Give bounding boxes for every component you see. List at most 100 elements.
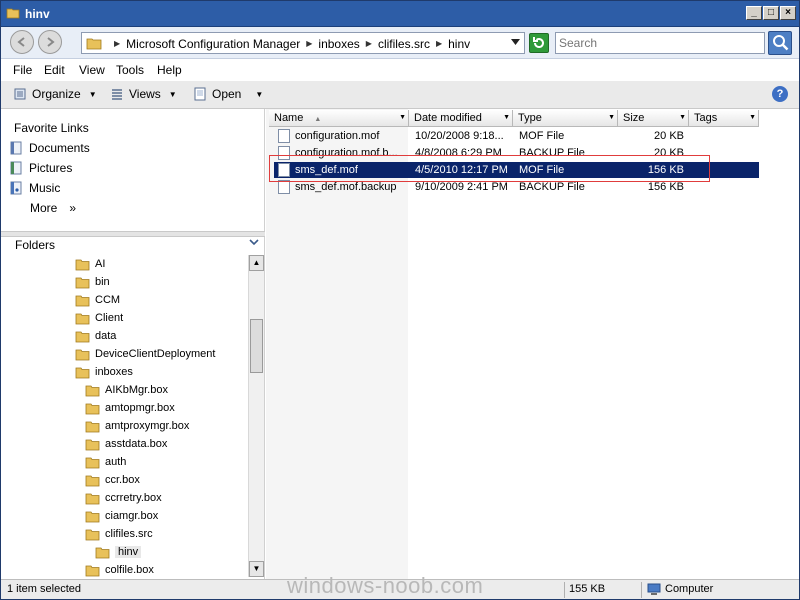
chevron-down-icon[interactable] (511, 39, 520, 45)
title-bar[interactable]: hinv _ □ × (1, 1, 799, 27)
address-box[interactable]: ▶ Microsoft Configuration Manager ▶ inbo… (81, 32, 525, 54)
open-button[interactable]: Open ▼ (193, 87, 263, 101)
folder-tree: AI bin CCM Client data DeviceClientDeplo… (1, 255, 247, 579)
dropdown-arrow-icon[interactable]: ▼ (679, 110, 686, 126)
tree-node[interactable]: Client (75, 309, 123, 327)
tree-node[interactable]: AIKbMgr.box (85, 381, 168, 399)
tree-node[interactable]: bin (75, 273, 110, 291)
column-header-tags[interactable]: Tags ▼ (689, 110, 759, 127)
menu-file[interactable]: File (13, 63, 32, 77)
favorite-link-more[interactable]: More » (30, 201, 76, 215)
tree-node[interactable]: amtproxymgr.box (85, 417, 189, 435)
folder-icon (85, 565, 100, 576)
tree-node[interactable]: clifiles.src (85, 525, 153, 543)
file-name: configuration.mof (295, 130, 380, 142)
backup-file-icon (278, 180, 290, 194)
breadcrumb-item[interactable]: Microsoft Configuration Manager (126, 37, 300, 51)
open-label: Open (212, 87, 242, 101)
folder-tree-scrollbar[interactable]: ▲ ▼ (248, 255, 264, 577)
menu-tools[interactable]: Tools (116, 63, 144, 77)
tree-node[interactable]: CCM (75, 291, 120, 309)
folder-icon (75, 349, 90, 360)
breadcrumb-item[interactable]: clifiles.src (378, 37, 430, 51)
breadcrumb-chevron-icon[interactable]: ▶ (114, 37, 120, 51)
folder-icon (85, 439, 100, 450)
folder-icon (75, 331, 90, 342)
scroll-up-icon[interactable]: ▲ (249, 255, 264, 271)
menu-edit[interactable]: Edit (44, 63, 65, 77)
tree-node[interactable]: colfile.box (85, 561, 154, 579)
tree-node[interactable]: data (75, 327, 116, 345)
scroll-down-icon[interactable]: ▼ (249, 561, 264, 577)
tree-node[interactable]: AI (75, 255, 105, 273)
close-button[interactable]: × (780, 6, 796, 20)
dropdown-arrow-icon[interactable]: ▼ (503, 110, 510, 126)
refresh-icon (533, 37, 544, 49)
dropdown-arrow-icon[interactable]: ▼ (749, 110, 756, 126)
menu-help[interactable]: Help (157, 63, 182, 77)
chevron-down-icon[interactable] (249, 239, 259, 247)
column-header-date-modified[interactable]: Date modified ▼ (409, 110, 513, 127)
column-header-type[interactable]: Type ▼ (513, 110, 618, 127)
favorite-link-music[interactable]: Music (9, 181, 60, 195)
folder-icon (85, 511, 100, 522)
watermark: windows-noob.com (287, 573, 484, 598)
tree-node[interactable]: ccr.box (85, 471, 140, 489)
tree-node[interactable]: amtopmgr.box (85, 399, 175, 417)
folder-icon (75, 313, 90, 324)
file-size: 20 KB (654, 130, 684, 142)
breadcrumb-chevron-icon[interactable]: ▶ (306, 37, 312, 51)
folder-icon (95, 547, 110, 558)
breadcrumb-chevron-icon[interactable]: ▶ (366, 37, 372, 51)
command-toolbar: Organize ▼ Views ▼ Open ▼ ? (1, 81, 799, 109)
dropdown-arrow-icon[interactable]: ▼ (608, 110, 615, 126)
column-header-size[interactable]: Size ▼ (618, 110, 689, 127)
favorite-link-pictures[interactable]: Pictures (9, 161, 72, 175)
explorer-window: hinv _ □ × ▶ Microsoft Configuration Man… (0, 0, 800, 600)
tree-node[interactable]: inboxes (75, 363, 133, 381)
breadcrumb-item[interactable]: hinv (448, 37, 470, 51)
favorite-link-documents[interactable]: Documents (9, 141, 90, 155)
folder-icon (86, 38, 102, 50)
folder-icon (75, 295, 90, 306)
forward-arrow-icon (47, 37, 55, 47)
help-icon[interactable]: ? (772, 86, 788, 102)
column-header-name[interactable]: Name ▲ ▼ (269, 110, 409, 127)
folder-icon (85, 403, 100, 414)
tree-node-selected[interactable]: hinv (95, 543, 142, 561)
breadcrumb-chevron-icon[interactable]: ▶ (436, 37, 442, 51)
minimize-button[interactable]: _ (746, 6, 762, 20)
tree-node[interactable]: asstdata.box (85, 435, 167, 453)
status-location: Computer (665, 583, 714, 595)
tree-node[interactable]: ciamgr.box (85, 507, 158, 525)
search-button[interactable] (768, 31, 792, 55)
tree-node[interactable]: ccrretry.box (85, 489, 162, 507)
breadcrumb: ▶ Microsoft Configuration Manager ▶ inbo… (108, 37, 470, 51)
favorite-link-label: More (30, 201, 58, 215)
file-type: MOF File (519, 130, 565, 142)
maximize-button[interactable]: □ (763, 6, 779, 20)
file-name: sms_def.mof.backup (295, 181, 397, 193)
scroll-thumb[interactable] (250, 319, 263, 373)
folders-header[interactable]: Folders (1, 237, 265, 253)
forward-button[interactable] (38, 30, 62, 54)
file-size: 156 KB (647, 181, 684, 193)
menu-view[interactable]: View (79, 63, 105, 77)
file-row[interactable]: configuration.mof 10/20/2008 9:18... MOF… (274, 128, 759, 144)
window-title: hinv (25, 7, 50, 21)
menu-bar: File Edit View Tools Help (1, 59, 799, 81)
views-button[interactable]: Views ▼ (110, 87, 177, 101)
refresh-button[interactable] (529, 33, 549, 53)
tree-node[interactable]: auth (85, 453, 126, 471)
views-icon (112, 89, 122, 100)
dropdown-arrow-icon[interactable]: ▼ (399, 110, 406, 126)
favorite-links-title: Favorite Links (14, 121, 89, 135)
breadcrumb-item[interactable]: inboxes (318, 37, 359, 51)
navigation-pane: Favorite Links Documents Pictures Music … (1, 109, 265, 579)
tree-node[interactable]: DeviceClientDeployment (75, 345, 215, 363)
status-size: 155 KB (569, 583, 606, 595)
organize-button[interactable]: Organize ▼ (13, 87, 97, 101)
search-field[interactable] (555, 32, 765, 54)
search-input[interactable] (556, 33, 764, 53)
back-button[interactable] (10, 30, 34, 54)
